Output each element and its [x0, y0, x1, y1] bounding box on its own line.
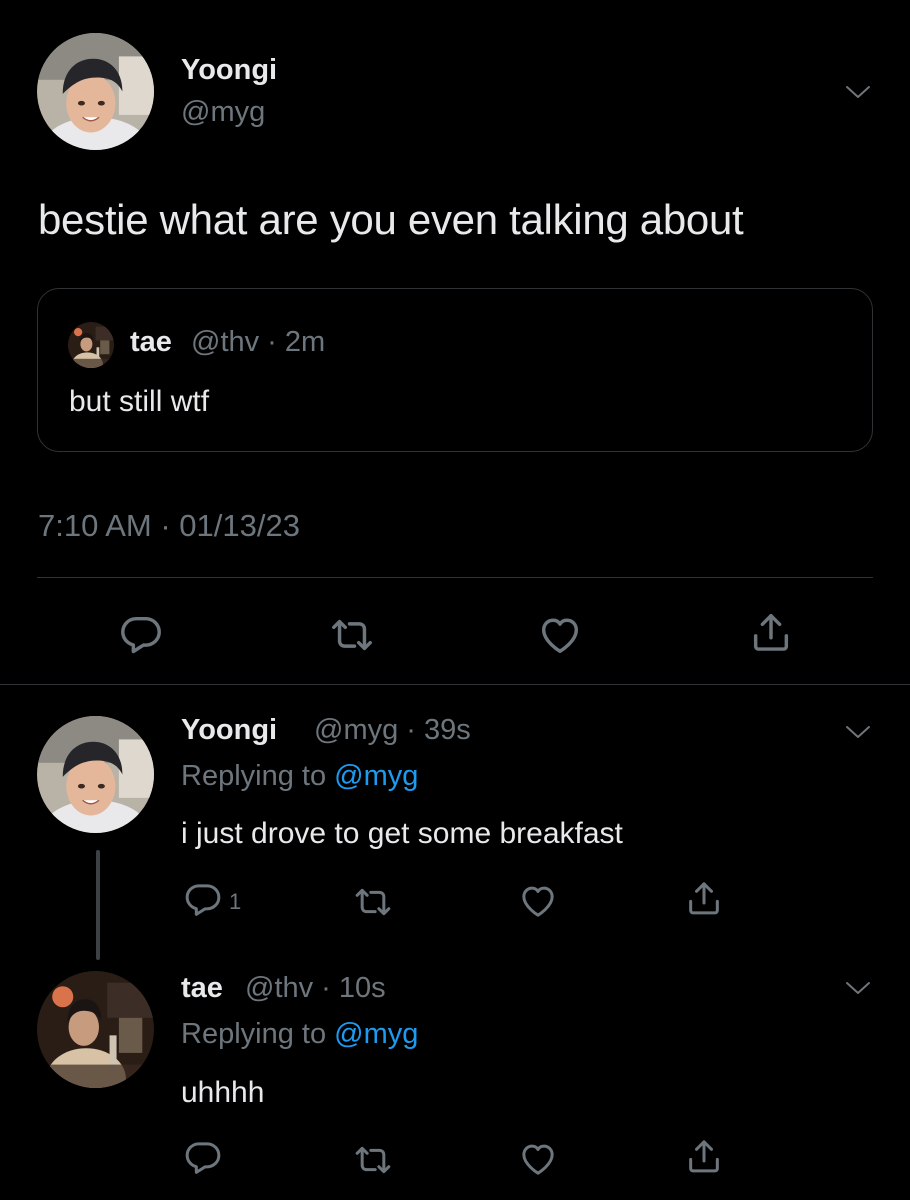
tweet-timestamp[interactable]: 7:10 AM · 01/13/23 [38, 508, 300, 544]
replying-to-label: Replying to [181, 1018, 335, 1050]
reply-author-avatar[interactable] [37, 971, 154, 1088]
share-icon[interactable] [748, 608, 794, 656]
retweet-icon[interactable] [352, 1140, 394, 1180]
avatar-image [37, 716, 154, 833]
heart-icon[interactable] [518, 881, 558, 921]
quoted-author-name: tae [130, 326, 172, 358]
reply-author-meta: @thv · 10s [245, 972, 386, 1004]
author-name[interactable]: Yoongi [181, 54, 277, 87]
divider [37, 577, 873, 578]
tweet-text: bestie what are you even talking about [38, 196, 744, 243]
reply-icon[interactable] [118, 612, 164, 658]
reply-author-name[interactable]: tae [181, 972, 223, 1005]
replying-to: Replying to @myg [181, 760, 418, 793]
divider [0, 684, 910, 685]
replying-to-mention[interactable]: @myg [334, 1018, 418, 1050]
quoted-author-avatar [68, 322, 114, 368]
avatar-image [68, 322, 114, 368]
reply-icon[interactable] [183, 1138, 223, 1178]
heart-icon[interactable] [537, 612, 583, 658]
avatar-image [37, 33, 154, 150]
share-icon[interactable] [684, 877, 724, 919]
thread-line [96, 850, 100, 960]
replying-to-label: Replying to [181, 760, 335, 792]
reply-count: 1 [229, 889, 242, 914]
share-icon[interactable] [684, 1135, 724, 1177]
chevron-down-icon[interactable] [843, 722, 873, 742]
author-avatar[interactable] [37, 33, 154, 150]
retweet-icon[interactable] [328, 612, 376, 658]
chevron-down-icon[interactable] [843, 82, 873, 102]
avatar-image [37, 971, 154, 1088]
replying-to-mention[interactable]: @myg [334, 760, 418, 792]
quoted-author-meta: @thv · 2m [191, 326, 326, 358]
reply-text: i just drove to get some breakfast [181, 817, 623, 850]
heart-icon[interactable] [518, 1139, 558, 1179]
reply-icon[interactable] [183, 880, 223, 920]
reply-author-name[interactable]: Yoongi [181, 714, 277, 747]
quoted-tweet-text: but still wtf [69, 385, 210, 418]
replying-to: Replying to @myg [181, 1018, 418, 1051]
chevron-down-icon[interactable] [843, 978, 873, 998]
author-handle[interactable]: @myg [181, 96, 265, 129]
reply-text: uhhhh [181, 1076, 265, 1109]
reply-author-avatar[interactable] [37, 716, 154, 833]
quoted-tweet-card[interactable] [37, 288, 873, 452]
reply-author-meta: @myg · 39s [314, 714, 471, 746]
retweet-icon[interactable] [352, 882, 394, 922]
